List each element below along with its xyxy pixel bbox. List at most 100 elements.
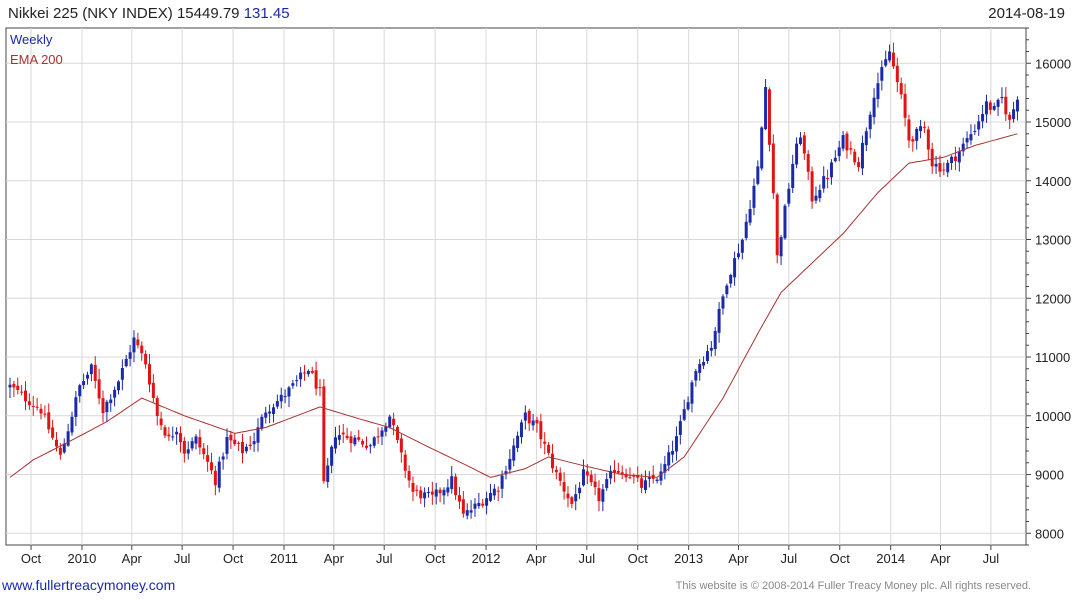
x-tick-label: 2012 [472, 551, 501, 566]
candle-body [566, 493, 570, 499]
candle-body [54, 439, 58, 447]
x-tick-label: Apr [324, 551, 345, 566]
candle-body [113, 389, 117, 398]
candle-body [252, 441, 256, 445]
candle-body [485, 498, 489, 506]
candle-body [260, 416, 264, 429]
y-tick-label: 14000 [1035, 174, 1071, 189]
candle-body [810, 171, 814, 202]
candle-body [570, 497, 574, 504]
candle-body [442, 489, 446, 496]
candle-body [647, 477, 651, 480]
candle-body [578, 487, 582, 494]
website-link[interactable]: www.fullertreacymoney.com [2, 577, 175, 593]
candle-body [686, 402, 690, 410]
candle-body [868, 114, 872, 130]
candle-body [988, 102, 992, 110]
candle-body [97, 379, 101, 399]
candle-body [981, 114, 985, 122]
candle-body [756, 166, 760, 184]
candle-body [926, 129, 930, 150]
candle-body [764, 87, 768, 130]
candle-body [178, 433, 182, 443]
y-tick-label: 8000 [1035, 526, 1064, 541]
candle-body [264, 412, 268, 418]
candle-body [8, 384, 12, 388]
candle-body [450, 476, 454, 489]
candle-body [775, 194, 779, 256]
candle-body [376, 436, 380, 438]
candle-body [814, 195, 818, 201]
candle-body [508, 458, 512, 470]
candle-body [105, 401, 109, 413]
candle-body [965, 138, 969, 143]
candle-body [841, 135, 845, 149]
candle-body [244, 446, 248, 452]
x-tick-label: Jul [174, 551, 191, 566]
candle-body [85, 374, 89, 379]
candle-body [558, 472, 562, 481]
candle-body [206, 455, 210, 462]
candle-body [795, 143, 799, 165]
candle-body [233, 439, 237, 445]
x-tick-label: Apr [122, 551, 143, 566]
candle-body [643, 480, 647, 490]
candle-body [446, 487, 450, 493]
candle-body [128, 352, 132, 359]
candle-body [310, 371, 314, 373]
candle-body [884, 59, 888, 66]
candle-body [922, 126, 926, 128]
x-tick-label: Oct [628, 551, 649, 566]
candle-body [915, 128, 919, 141]
candle-body [430, 491, 434, 495]
candle-body [950, 156, 954, 164]
candle-body [357, 437, 361, 440]
candle-body [337, 435, 341, 440]
candle-body [783, 205, 787, 239]
candle-body [109, 399, 113, 404]
candle-body [512, 445, 516, 461]
candle-body [674, 436, 678, 452]
candle-body [744, 221, 748, 239]
candle-body [736, 253, 740, 258]
candle-body [818, 190, 822, 199]
candle-body [116, 381, 120, 391]
candle-body [89, 364, 93, 375]
candle-body [907, 119, 911, 141]
price-chart: 8000 9000 10000 11000 12000 13000 14000 15000 16… [5, 27, 1071, 566]
candle-body [221, 456, 225, 460]
candle-body [539, 421, 543, 440]
x-tick-label: Oct [21, 551, 42, 566]
candle-body [1004, 96, 1008, 115]
candle-body [806, 154, 810, 172]
candle-body [574, 494, 578, 502]
candle-body [58, 447, 62, 455]
candle-body [957, 151, 961, 163]
candle-body [477, 503, 481, 507]
candle-body [946, 162, 950, 173]
candle-body [349, 436, 353, 444]
candle-body [481, 503, 485, 506]
candle-body [175, 431, 179, 435]
candle-body [888, 51, 892, 61]
copyright-notice: This website is © 2008-2014 Fuller Treac… [675, 580, 1031, 592]
candle-body [438, 489, 442, 494]
candle-body [473, 503, 477, 509]
candle-body [857, 162, 861, 168]
x-tick-label: 2010 [67, 551, 96, 566]
candle-body [531, 420, 535, 426]
candle-body [717, 308, 721, 333]
candle-body [465, 510, 469, 516]
candle-body [492, 488, 496, 496]
candle-body [384, 426, 388, 432]
candle-body [469, 510, 473, 513]
candle-body [101, 398, 105, 414]
candle-body [333, 437, 337, 449]
candle-body [198, 437, 202, 448]
candle-body [605, 479, 609, 489]
candle-body [217, 461, 221, 488]
candle-body [934, 163, 938, 167]
candle-body [186, 449, 190, 454]
candle-body [51, 427, 55, 438]
candle-body [733, 258, 737, 278]
